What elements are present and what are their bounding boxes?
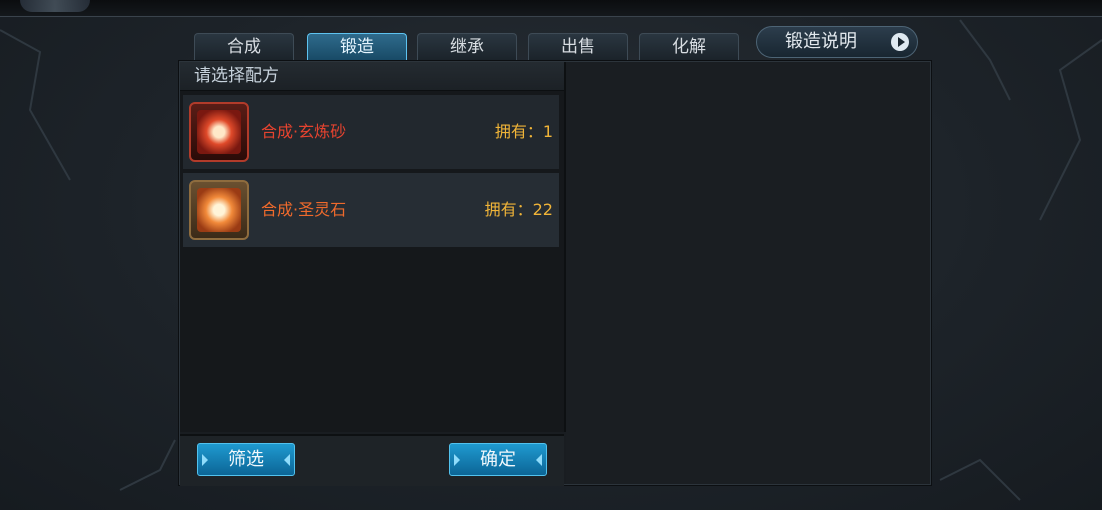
tab-sell[interactable]: 出售 [528, 33, 628, 60]
forge-help-label: 锻造说明 [785, 31, 857, 52]
forge-help-button[interactable]: 锻造说明 [756, 26, 918, 58]
recipe-icon-frame [189, 180, 249, 240]
tab-forge[interactable]: 锻造 [307, 33, 407, 60]
recipe-owned-count: 拥有：22 [484, 200, 553, 219]
tab-synthesis[interactable]: 合成 [194, 33, 294, 60]
recipe-detail-pane [566, 62, 930, 484]
tab-inherit[interactable]: 继承 [417, 33, 517, 60]
tab-dissolve[interactable]: 化解 [639, 33, 739, 60]
red-scroll-icon [197, 110, 241, 154]
recipe-item[interactable]: 合成·圣灵石 拥有：22 [183, 173, 559, 247]
play-icon [891, 33, 909, 51]
recipe-item[interactable]: 合成·玄炼砂 拥有：1 [183, 95, 559, 169]
recipe-name: 合成·圣灵石 [261, 200, 347, 219]
filter-button[interactable]: 筛选 [197, 443, 295, 476]
recipe-name: 合成·玄炼砂 [261, 122, 347, 141]
confirm-button[interactable]: 确定 [449, 443, 547, 476]
recipe-owned-count: 拥有：1 [494, 122, 553, 141]
orange-scroll-icon [197, 188, 241, 232]
recipe-list-header: 请选择配方 [180, 62, 564, 91]
recipe-icon-frame [189, 102, 249, 162]
